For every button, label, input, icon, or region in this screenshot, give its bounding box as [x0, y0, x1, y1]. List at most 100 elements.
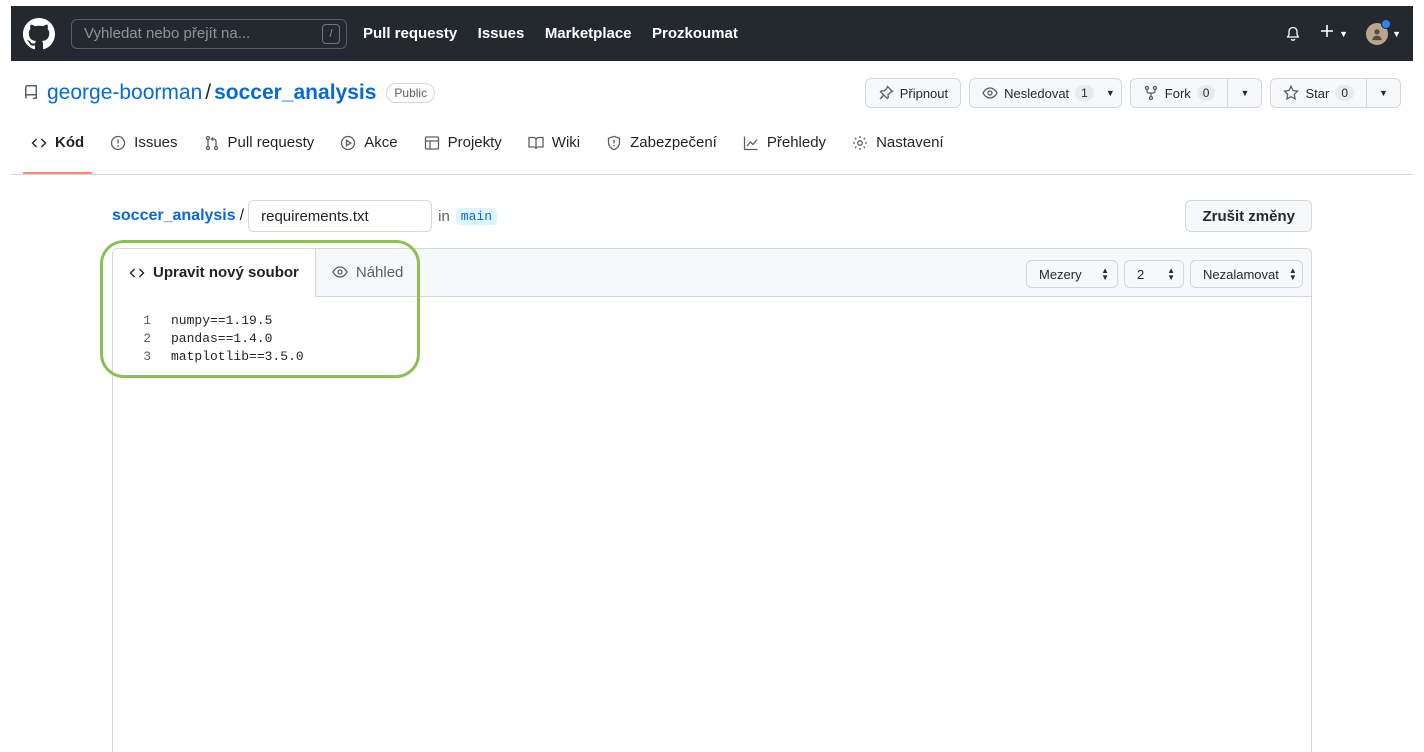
github-logo-icon[interactable]	[23, 17, 55, 50]
path-separator: /	[239, 207, 245, 224]
create-new-dropdown[interactable]: ▼	[1319, 23, 1348, 44]
line-number: 2	[143, 330, 151, 346]
code-line: 2 pandas==1.4.0	[113, 329, 1311, 347]
wrap-mode-value: Nezalamovat	[1203, 266, 1279, 282]
watch-label: Nesledovat	[1004, 85, 1070, 101]
star-dropdown[interactable]: ▼	[1366, 79, 1400, 107]
repo-name-link[interactable]: soccer_analysis	[214, 81, 376, 105]
tab-insights[interactable]: Přehledy	[735, 125, 834, 174]
in-label: in	[438, 207, 450, 225]
pin-icon	[878, 85, 894, 101]
repo-separator: /	[205, 81, 212, 104]
tab-actions-label: Akce	[364, 134, 398, 151]
filename-input[interactable]: requirements.txt	[248, 200, 433, 232]
eye-icon	[332, 264, 348, 280]
tab-edit-label: Upravit nový soubor	[153, 264, 299, 281]
search-input[interactable]: Vyhledat nebo přejít na... /	[71, 18, 347, 49]
tab-code-label: Kód	[55, 134, 85, 151]
select-arrows-icon: ▲ ▼	[1288, 266, 1297, 282]
tab-code[interactable]: Kód	[23, 125, 93, 174]
nav-pull-requests[interactable]: Pull requesty	[363, 25, 457, 42]
global-nav: Pull requesty Issues Marketplace Prozkou…	[363, 25, 754, 43]
fork-dropdown[interactable]: ▼	[1227, 79, 1261, 107]
header-actions: ▼ ▼	[1285, 18, 1401, 45]
fork-button[interactable]: Fork 0 ▼	[1129, 78, 1263, 108]
fork-count: 0	[1196, 85, 1216, 101]
select-arrows-icon: ▲ ▼	[1101, 266, 1109, 282]
repo-title: george-boorman / soccer_analysis Public	[23, 81, 436, 105]
file-editor: Upravit nový soubor Náhled Mezery ▲ ▼ 2 ▲…	[112, 248, 1312, 752]
gear-icon	[852, 135, 868, 151]
avatar	[1366, 18, 1392, 45]
bell-icon[interactable]	[1285, 26, 1301, 42]
issue-opened-icon	[110, 135, 126, 151]
code-icon	[129, 265, 145, 281]
branch-name: main	[455, 207, 498, 225]
page-frame: Vyhledat nebo přejít na... / Pull reques…	[11, 6, 1413, 752]
tab-wiki-label: Wiki	[551, 134, 581, 151]
tab-actions[interactable]: Akce	[332, 125, 405, 174]
chevron-down-icon: ▼	[1379, 88, 1388, 98]
line-number: 1	[143, 312, 151, 328]
indent-mode-value: Mezery	[1039, 266, 1082, 282]
line-number: 3	[143, 348, 151, 364]
repo-forked-icon	[1143, 85, 1159, 101]
tab-projects[interactable]: Projekty	[416, 125, 510, 174]
tab-pull-requests[interactable]: Pull requesty	[196, 125, 323, 174]
tab-edit-new-file[interactable]: Upravit nový soubor	[113, 249, 316, 297]
wrap-mode-select[interactable]: Nezalamovat ▲ ▼	[1190, 260, 1303, 288]
plus-icon	[1319, 23, 1335, 44]
repo-actions: Připnout Nesledovat 1 ▼ Fork 0 ▼ Star 0 …	[864, 78, 1401, 108]
line-content: pandas==1.4.0	[171, 330, 273, 346]
tab-security[interactable]: Zabezpečení	[598, 125, 725, 174]
cancel-changes-button[interactable]: Zrušit změny	[1185, 200, 1312, 232]
pin-label: Připnout	[899, 85, 949, 101]
tab-wiki[interactable]: Wiki	[520, 125, 588, 174]
star-button[interactable]: Star 0 ▼	[1270, 78, 1401, 108]
git-pull-request-icon	[204, 135, 220, 151]
chevron-down-icon: ▼	[1240, 88, 1250, 98]
code-area[interactable]: 1 numpy==1.19.5 2 pandas==1.4.0 3 matplo…	[113, 297, 1311, 365]
file-path-row: soccer_analysis / requirements.txt in ma…	[112, 200, 1312, 232]
watch-button[interactable]: Nesledovat 1 ▼	[969, 78, 1122, 108]
editor-toolbar: Upravit nový soubor Náhled Mezery ▲ ▼ 2 ▲…	[113, 249, 1311, 297]
tab-preview[interactable]: Náhled	[316, 249, 420, 296]
eye-icon	[982, 85, 998, 101]
tab-insights-label: Přehledy	[766, 134, 827, 151]
indent-mode-select[interactable]: Mezery ▲ ▼	[1026, 260, 1118, 288]
book-icon	[528, 135, 544, 151]
visibility-badge: Public	[386, 83, 436, 103]
search-placeholder: Vyhledat nebo přejít na...	[84, 25, 251, 42]
star-count: 0	[1335, 85, 1354, 101]
fork-label: Fork	[1164, 85, 1191, 101]
star-icon	[1283, 85, 1300, 101]
tab-issues[interactable]: Issues	[102, 125, 185, 174]
table-icon	[424, 135, 440, 151]
chevron-down-icon: ▼	[1339, 28, 1349, 39]
repo-icon	[23, 85, 39, 101]
nav-issues[interactable]: Issues	[478, 25, 525, 42]
nav-marketplace[interactable]: Marketplace	[545, 25, 632, 42]
line-content: matplotlib==3.5.0	[171, 348, 304, 364]
code-icon	[31, 135, 47, 151]
tab-settings[interactable]: Nastavení	[844, 125, 952, 174]
indent-size-select[interactable]: 2 ▲ ▼	[1124, 260, 1184, 288]
shield-icon	[606, 135, 622, 151]
repo-owner-link[interactable]: george-boorman	[47, 81, 202, 105]
tab-preview-label: Náhled	[355, 263, 404, 281]
nav-explore[interactable]: Prozkoumat	[652, 25, 738, 42]
global-header: Vyhledat nebo přejít na... / Pull reques…	[11, 6, 1413, 61]
repo-tabs: Kód Issues Pull requesty Akce Projekty W…	[11, 125, 1413, 175]
tab-issues-label: Issues	[134, 134, 178, 151]
code-line: 3 matplotlib==3.5.0	[113, 347, 1311, 365]
indent-size-value: 2	[1137, 266, 1145, 282]
editor-options: Mezery ▲ ▼ 2 ▲ ▼ Nezalamovat ▲ ▼	[1026, 260, 1303, 288]
pin-button[interactable]: Připnout	[864, 78, 962, 108]
star-label: Star	[1305, 85, 1330, 101]
user-menu[interactable]: ▼	[1366, 18, 1401, 45]
tab-projects-label: Projekty	[447, 134, 502, 151]
chevron-down-icon: ▼	[1105, 88, 1115, 98]
graph-icon	[743, 135, 759, 151]
path-repo-link[interactable]: soccer_analysis	[112, 207, 236, 225]
line-content: numpy==1.19.5	[171, 312, 273, 328]
